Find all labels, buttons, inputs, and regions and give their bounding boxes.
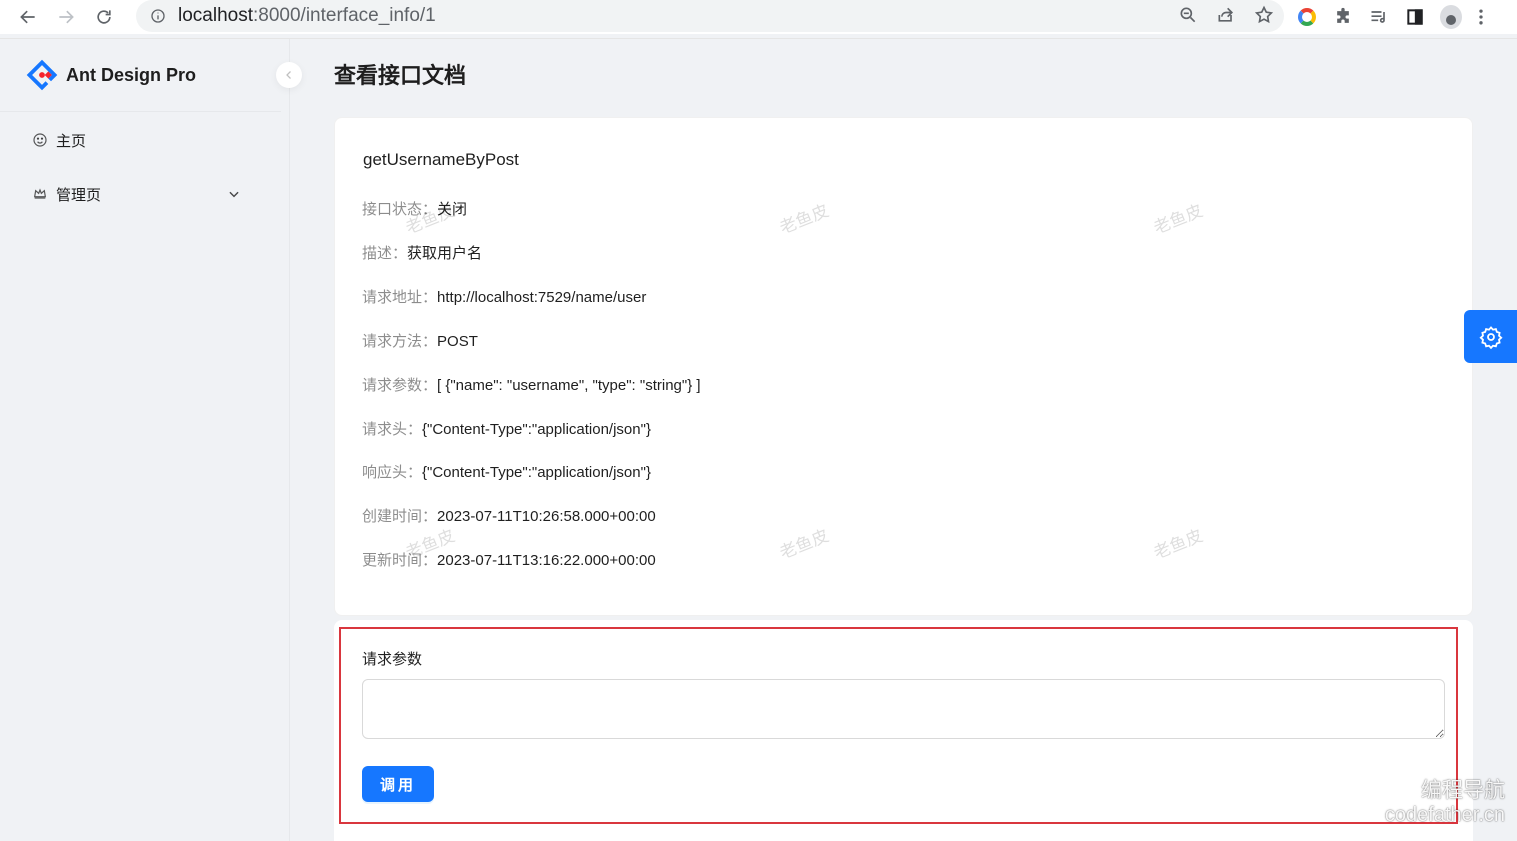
sidebar: Ant Design Pro 主页 管理页 — [0, 39, 302, 841]
url-path: :8000/interface_info/1 — [253, 5, 436, 26]
gear-icon — [1478, 325, 1503, 349]
description-label: 创建时间： — [362, 508, 438, 525]
description-value: 2023-07-11T10:26:58.000+00:00 — [437, 508, 656, 525]
app-logo-row[interactable]: Ant Design Pro — [0, 39, 281, 112]
reload-icon — [97, 10, 111, 24]
description-label: 请求地址： — [362, 289, 438, 306]
reload-button[interactable] — [85, 0, 123, 34]
arrow-left-icon — [20, 10, 35, 24]
extension-circle-icon[interactable] — [1296, 6, 1318, 28]
interface-info-card: getUsernameByPost — [334, 117, 1473, 616]
description-row: 更新时间：2023-07-11T13:16:22.000+00:00 — [362, 549, 656, 570]
description-row: 请求地址：http://localhost:7529/name/user — [362, 286, 646, 307]
description-row: 请求头：{"Content-Type":"application/json"} — [362, 418, 651, 439]
back-button[interactable] — [9, 0, 47, 34]
arrow-right-icon — [59, 10, 74, 24]
interface-name: getUsernameByPost — [363, 150, 519, 169]
description-value: 获取用户名 — [407, 245, 483, 262]
share-icon[interactable] — [1216, 5, 1236, 25]
description-value: POST — [437, 333, 478, 350]
puzzle-icon[interactable] — [1332, 6, 1354, 28]
description-label: 更新时间： — [362, 552, 438, 569]
description-value: http://localhost:7529/name/user — [437, 289, 647, 306]
reading-list-icon[interactable] — [1368, 6, 1390, 28]
description-label: 请求头： — [362, 421, 423, 438]
description-label: 描述： — [362, 245, 408, 262]
description-value: 2023-07-11T13:16:22.000+00:00 — [437, 552, 656, 569]
url-host: localhost — [178, 5, 253, 26]
request-params-label: 请求参数 — [362, 651, 423, 668]
star-icon[interactable] — [1254, 5, 1274, 25]
description-label: 接口状态： — [362, 201, 438, 218]
chevron-left-icon — [286, 71, 291, 79]
address-actions — [1178, 5, 1274, 25]
forward-button[interactable] — [47, 0, 85, 34]
ant-design-logo-icon — [26, 59, 58, 91]
description-row: 创建时间：2023-07-11T10:26:58.000+00:00 — [362, 505, 656, 526]
sidebar-item-label: 管理页 — [56, 186, 102, 204]
side-panel-icon[interactable] — [1404, 6, 1426, 28]
browser-toolbar: localhost:8000/interface_info/1 — [0, 0, 1517, 34]
description-row: 响应头：{"Content-Type":"application/json"} — [362, 461, 651, 482]
description-value: 关闭 — [437, 201, 468, 218]
description-label: 请求参数： — [362, 377, 438, 394]
settings-drawer-button[interactable] — [1464, 310, 1517, 363]
chevron-down-icon[interactable] — [227, 187, 241, 201]
corner-watermark-line1: 编程导航 — [1421, 779, 1505, 802]
description-value: [ {"name": "username", "type": "string"}… — [437, 377, 701, 394]
invoke-button[interactable]: 调用 — [362, 766, 434, 802]
app-title: Ant Design Pro — [66, 64, 197, 85]
page-title: 查看接口文档 — [334, 63, 467, 88]
description-value: {"Content-Type":"application/json"} — [422, 421, 651, 438]
corner-watermark-line2: codefather.cn — [1384, 804, 1505, 826]
description-row: 请求参数：[ {"name": "username", "type": "str… — [362, 374, 701, 395]
more-icon[interactable] — [1476, 6, 1486, 28]
description-row: 接口状态：关闭 — [362, 198, 467, 219]
description-label: 请求方法： — [362, 333, 438, 350]
description-row: 请求方法：POST — [362, 330, 478, 351]
info-icon[interactable] — [150, 8, 166, 24]
smile-icon — [33, 133, 47, 147]
sidebar-item-label: 主页 — [56, 132, 87, 150]
address-bar[interactable]: localhost:8000/interface_info/1 — [136, 0, 1284, 32]
request-params-textarea[interactable] — [362, 679, 1445, 739]
crown-icon — [33, 188, 47, 199]
description-label: 响应头： — [362, 464, 423, 481]
zoom-icon[interactable] — [1178, 5, 1198, 25]
description-value: {"Content-Type":"application/json"} — [422, 464, 651, 481]
profile-avatar[interactable] — [1440, 5, 1462, 29]
url-text[interactable]: localhost:8000/interface_info/1 — [178, 5, 436, 27]
sidebar-collapse-button[interactable] — [276, 62, 302, 88]
extensions-bar — [1296, 0, 1486, 34]
sidebar-item-home[interactable]: 主页 — [0, 120, 281, 160]
sidebar-item-admin[interactable]: 管理页 — [0, 174, 281, 214]
description-row: 描述：获取用户名 — [362, 242, 482, 263]
